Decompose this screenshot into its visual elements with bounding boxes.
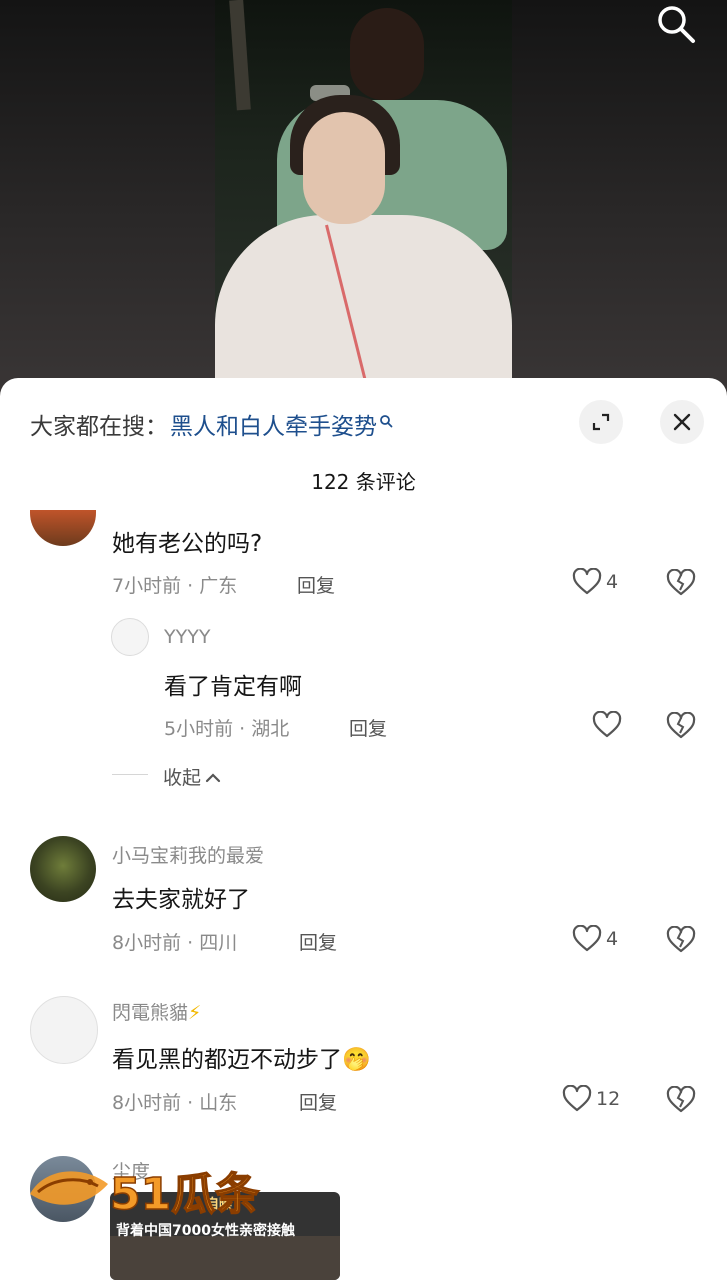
reply-meta: 5小时前 · 湖北: [164, 718, 290, 740]
lightning-icon: ⚡: [188, 1002, 202, 1024]
heart-icon: [572, 568, 602, 595]
collapse-replies-button[interactable]: 收起: [163, 763, 221, 790]
comment-sheet: 大家都在搜： 黑人和白人牵手姿势 122 条评论 她有老公的吗? 7小时前 · …: [0, 378, 727, 1280]
like-count: 4: [606, 571, 619, 593]
broken-heart-icon: [666, 1085, 696, 1113]
comment-author-name: 閃電熊貓: [112, 1002, 189, 1024]
reply-text: 看了肯定有啊: [164, 674, 302, 700]
video-person-back-head: [350, 8, 424, 100]
dislike-button[interactable]: [666, 925, 696, 958]
watermark-thumbnail-image: [110, 1236, 340, 1280]
search-suggestion[interactable]: 大家都在搜： 黑人和白人牵手姿势: [30, 402, 393, 446]
like-button[interactable]: 12: [562, 1085, 620, 1113]
comment-text: 去夫家就好了: [112, 887, 250, 913]
reply-avatar[interactable]: [111, 618, 149, 656]
tree-trunk: [229, 0, 251, 111]
divider-line: [112, 774, 148, 775]
like-button[interactable]: 4: [572, 568, 618, 596]
like-button[interactable]: [592, 711, 622, 739]
search-small-icon: [379, 408, 393, 434]
watermark-logo: 51瓜条: [109, 1168, 260, 1221]
reply-button[interactable]: 回复: [349, 714, 387, 741]
expand-button[interactable]: [579, 400, 623, 444]
comment-author[interactable]: 小马宝莉我的最爱: [112, 841, 264, 868]
comment-count: 122 条评论: [311, 470, 416, 494]
comment-text: 看见黑的都迈不动步了🤭: [112, 1040, 371, 1074]
chevron-up-icon: [205, 772, 221, 782]
dislike-button[interactable]: [666, 711, 696, 744]
comment-meta: 7小时前 · 广东: [112, 575, 238, 597]
avatar[interactable]: [30, 510, 96, 546]
reply-button[interactable]: 回复: [299, 1088, 337, 1115]
broken-heart-icon: [666, 711, 696, 739]
close-icon: [673, 413, 691, 431]
comment-author[interactable]: 閃電熊貓⚡: [112, 998, 201, 1025]
search-icon[interactable]: [654, 2, 698, 46]
like-button[interactable]: 4: [572, 925, 618, 953]
heart-icon: [592, 711, 622, 738]
reply-author[interactable]: YYYY: [164, 626, 210, 648]
like-count: 4: [606, 928, 619, 950]
close-button[interactable]: [660, 400, 704, 444]
comment-meta: 8小时前 · 山东: [112, 1092, 238, 1114]
reply-button[interactable]: 回复: [299, 928, 337, 955]
shushing-face-icon: 🤭: [342, 1047, 371, 1073]
video-player[interactable]: [215, 0, 512, 385]
comment-meta: 8小时前 · 四川: [112, 932, 238, 954]
collapse-label: 收起: [163, 767, 202, 789]
watermark-caption: 背着中国7000女性亲密接触: [116, 1223, 295, 1239]
comment-text: 她有老公的吗?: [112, 531, 263, 557]
avatar[interactable]: [30, 996, 98, 1064]
dislike-button[interactable]: [666, 1085, 696, 1118]
video-person-front-face: [303, 112, 385, 224]
heart-icon: [562, 1085, 592, 1112]
comment-text-body: 看见黑的都迈不动步了: [112, 1047, 342, 1073]
heart-icon: [572, 925, 602, 952]
dislike-button[interactable]: [666, 568, 696, 601]
reply-button[interactable]: 回复: [297, 571, 335, 598]
broken-heart-icon: [666, 925, 696, 953]
like-count: 12: [596, 1088, 621, 1110]
watermark-fish-icon: [24, 1160, 114, 1224]
expand-icon: [592, 413, 610, 431]
video-person-front-body: [215, 215, 512, 385]
avatar[interactable]: [30, 836, 96, 902]
broken-heart-icon: [666, 568, 696, 596]
search-prefix: 大家都在搜：: [30, 414, 168, 440]
search-keyword[interactable]: 黑人和白人牵手姿势: [170, 407, 377, 441]
